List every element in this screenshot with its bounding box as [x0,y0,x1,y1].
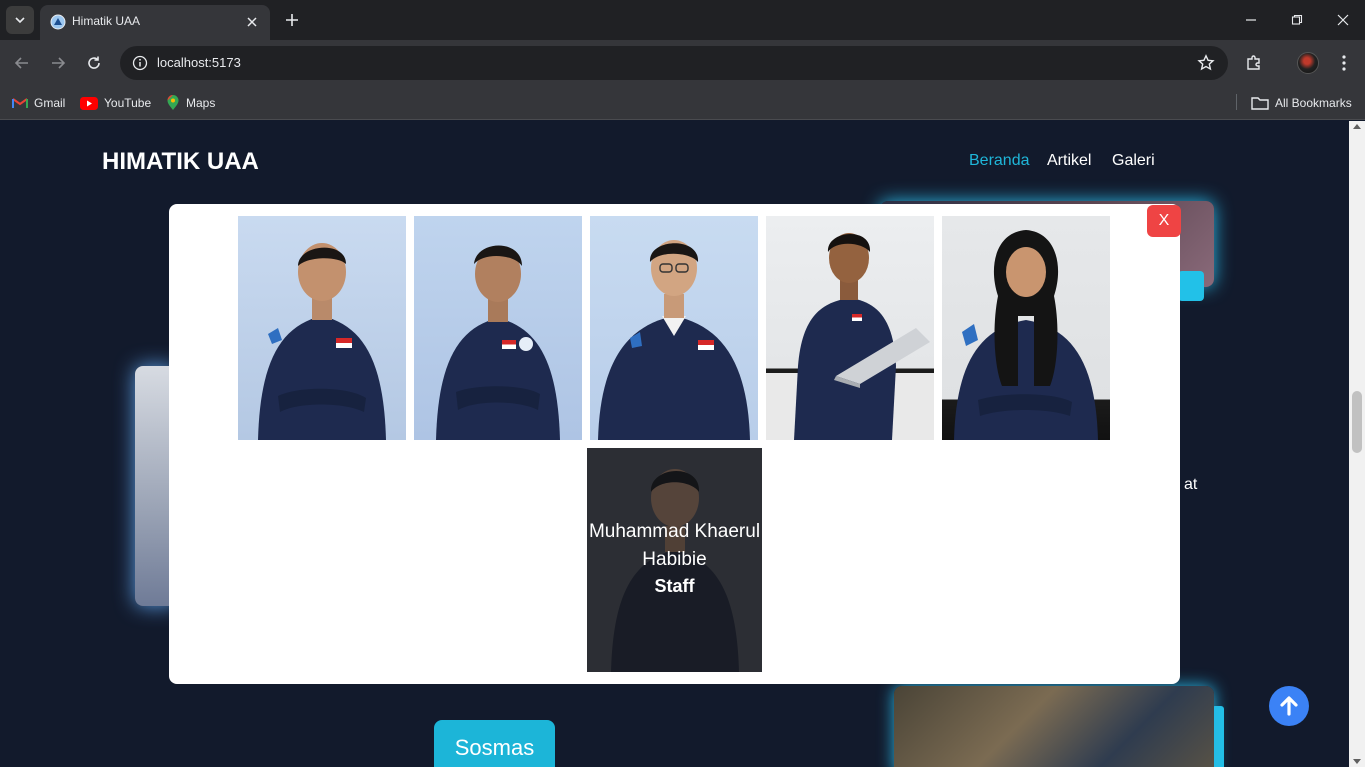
site-info-button[interactable] [128,51,152,75]
puzzle-icon [1247,55,1260,70]
star-icon [1197,54,1215,71]
close-icon [247,17,257,27]
nav-beranda[interactable]: Beranda [969,152,1030,170]
member-card[interactable] [238,216,406,440]
tab-title: Himatik UAA [72,14,141,28]
nav-artikel[interactable]: Artikel [1047,152,1091,170]
page-scrollbar[interactable] [1349,121,1365,767]
browser-menu-button[interactable] [1330,49,1358,77]
modal-close-button[interactable]: X [1147,205,1181,237]
restore-icon [1291,14,1303,25]
gmail-icon [12,98,28,108]
all-bookmarks-label: All Bookmarks [1275,96,1352,110]
member-photo [258,243,386,440]
arrow-right-icon [52,57,66,69]
member-photo [954,230,1098,440]
member-name: Muhammad Khaerul Habibie [588,521,761,570]
background-photo [894,686,1214,767]
page-viewport: HIMATIK UAA Beranda Artikel Galeri at So… [0,121,1349,767]
window-close-button[interactable] [1328,6,1358,34]
folder-icon [1251,97,1269,110]
plus-icon [286,14,298,26]
youtube-icon [80,96,98,110]
bookmark-label: YouTube [104,96,152,110]
arrow-left-icon [14,57,28,69]
scroll-to-top-button[interactable] [1269,686,1309,726]
info-icon [132,55,148,71]
scrollbar-thumb[interactable] [1352,391,1362,453]
background-text: at [1184,476,1198,493]
bookmark-maps[interactable]: Maps [166,93,215,113]
url-text: localhost:5173 [157,55,241,70]
profile-avatar[interactable] [1297,52,1319,74]
forward-button[interactable] [44,49,72,77]
new-tab-button[interactable] [280,8,304,32]
chevron-down-icon [15,17,25,24]
tab-close-button[interactable] [242,12,262,32]
reload-icon [88,56,100,69]
bookmark-label: Gmail [34,96,66,110]
browser-tab-bar: Himatik UAA [0,0,1365,40]
maps-icon [167,95,179,110]
back-button[interactable] [8,49,36,77]
bookmarks-separator [1236,94,1237,110]
nav-galeri[interactable]: Galeri [1112,152,1155,170]
member-card[interactable] [766,216,934,440]
division-sosmas-button[interactable]: Sosmas [434,720,555,767]
bookmark-star-button[interactable] [1196,53,1216,73]
member-photo [436,245,560,440]
bookmark-gmail[interactable]: Gmail [12,93,65,113]
background-accent [1178,271,1204,301]
bookmark-youtube[interactable]: YouTube [80,93,151,113]
more-vertical-icon [1342,55,1346,71]
minimize-icon [1246,19,1256,21]
member-role: Staff [654,576,695,596]
member-card-hovered[interactable]: Muhammad Khaerul Habibie Staff [587,448,762,672]
browser-tab[interactable]: Himatik UAA [40,5,270,40]
all-bookmarks-button[interactable]: All Bookmarks [1251,93,1352,113]
extensions-button[interactable] [1240,49,1268,77]
site-brand[interactable]: HIMATIK UAA [102,148,259,176]
members-modal: X Muhammad Khaerul Habibie Staff [169,204,1181,684]
member-card[interactable] [414,216,582,440]
reload-button[interactable] [80,49,108,77]
member-photo [794,233,930,440]
bookmarks-bar: Gmail YouTube Maps All Bookmarks [0,86,1365,120]
address-bar[interactable]: localhost:5173 [120,46,1228,80]
browser-toolbar: localhost:5173 [0,40,1365,86]
minimize-button[interactable] [1236,6,1266,34]
site-favicon-icon [50,14,66,30]
member-card[interactable] [942,216,1110,440]
tab-search-button[interactable] [6,6,34,34]
scroll-down-arrow-icon[interactable] [1353,759,1361,764]
restore-button[interactable] [1282,6,1312,34]
arrow-up-icon [1280,696,1298,716]
close-icon [1337,14,1349,26]
scroll-up-arrow-icon[interactable] [1353,124,1361,129]
bookmark-label: Maps [186,96,216,110]
member-card[interactable] [590,216,758,440]
member-photo [598,240,750,440]
